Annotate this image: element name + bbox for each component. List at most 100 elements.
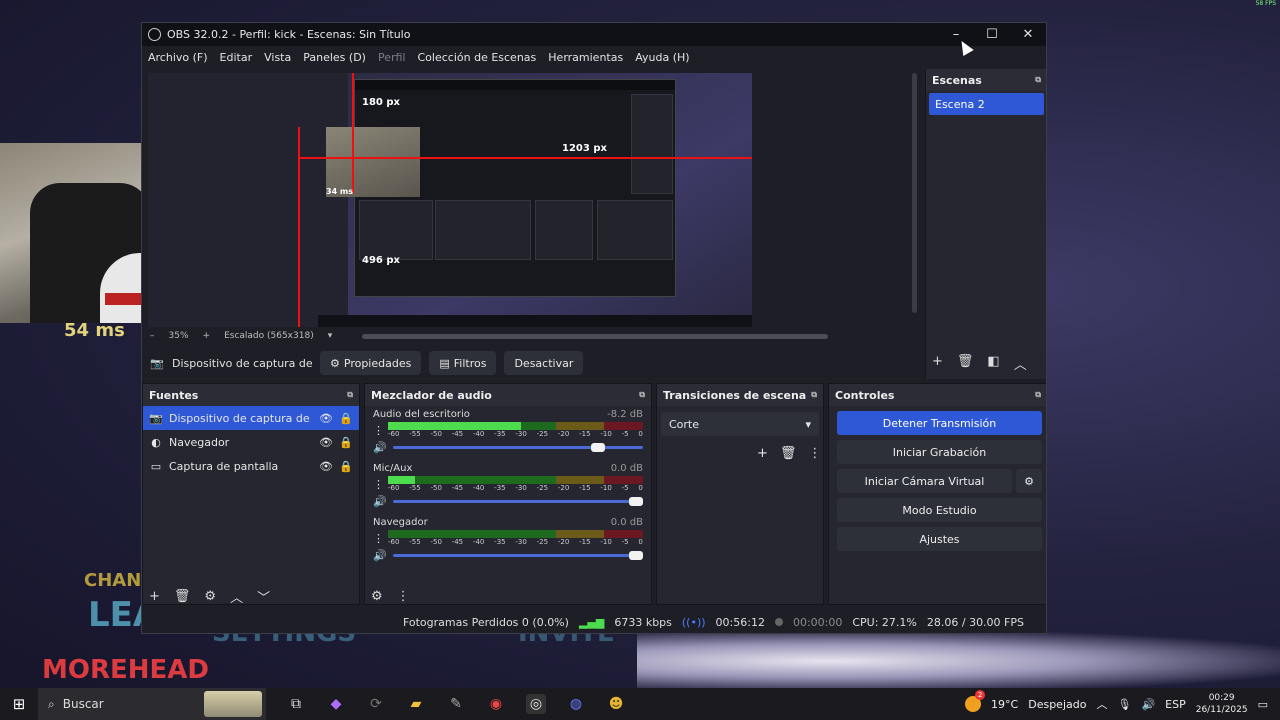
preview-vertical-scrollbar[interactable] bbox=[912, 73, 917, 313]
start-recording-button[interactable]: Iniciar Grabación bbox=[837, 440, 1042, 464]
zoom-in-button[interactable]: + bbox=[203, 331, 211, 341]
menu-scene-collection[interactable]: Colección de Escenas bbox=[418, 51, 537, 64]
float-dock-icon[interactable]: ⧉ bbox=[1035, 390, 1041, 400]
add-source-icon[interactable]: + bbox=[149, 589, 160, 604]
source-item-browser[interactable]: ◐ Navegador 👁 🔒 bbox=[143, 430, 359, 454]
notification-icon[interactable]: ▭ bbox=[1258, 698, 1268, 711]
properties-button[interactable]: ⚙ Propiedades bbox=[320, 351, 422, 375]
zoom-out-button[interactable]: – bbox=[150, 331, 155, 341]
pen-icon[interactable]: ✎ bbox=[446, 694, 466, 714]
chevron-up-icon[interactable]: ︿ bbox=[1096, 696, 1107, 712]
scene-item[interactable]: Escena 2 bbox=[929, 93, 1044, 115]
lock-icon[interactable]: 🔒 bbox=[339, 412, 353, 425]
more-icon[interactable]: ⋮ bbox=[397, 589, 410, 604]
language-indicator[interactable]: ESP bbox=[1165, 698, 1186, 711]
channel-menu-icon[interactable]: ⋮ bbox=[373, 424, 384, 437]
copilot-icon[interactable]: ◆ bbox=[326, 694, 346, 714]
virtual-camera-settings-button[interactable]: ⚙ bbox=[1016, 469, 1042, 493]
chrome-icon[interactable]: ◉ bbox=[486, 694, 506, 714]
float-dock-icon[interactable]: ⧉ bbox=[347, 390, 353, 400]
taskbar-search[interactable]: ⌕ Buscar bbox=[38, 688, 266, 720]
camera-icon: 📷 bbox=[150, 356, 164, 370]
channel-name: Mic/Aux bbox=[373, 463, 413, 474]
channel-name: Audio del escritorio bbox=[373, 409, 470, 420]
speaker-icon[interactable]: 🔊 bbox=[1141, 698, 1155, 711]
mute-speaker-icon[interactable]: 🔊 bbox=[373, 549, 387, 562]
source-item-capture-device[interactable]: 📷 Dispositivo de captura de vide 👁 🔒 bbox=[143, 406, 359, 430]
float-dock-icon[interactable]: ⧉ bbox=[639, 390, 645, 400]
add-transition-icon[interactable]: + bbox=[757, 446, 768, 461]
obs-icon bbox=[148, 28, 161, 41]
distance-label-top: 180 px bbox=[362, 97, 400, 108]
filters-button[interactable]: ▤ Filtros bbox=[429, 351, 497, 375]
microphone-icon[interactable]: 🎙 bbox=[1117, 698, 1131, 711]
volume-slider-knob[interactable] bbox=[629, 497, 643, 506]
lock-icon[interactable]: 🔒 bbox=[339, 436, 353, 449]
channel-name: Navegador bbox=[373, 517, 428, 528]
deactivate-button[interactable]: Desactivar bbox=[504, 351, 584, 375]
more-icon[interactable]: ⋮ bbox=[1041, 354, 1046, 373]
studio-mode-button[interactable]: Modo Estudio bbox=[837, 498, 1042, 522]
source-item-screen-capture[interactable]: ▭ Captura de pantalla 👁 🔒 bbox=[143, 454, 359, 478]
float-dock-icon[interactable]: ⧉ bbox=[811, 390, 817, 400]
gear-icon[interactable]: ⚙ bbox=[204, 589, 216, 604]
float-dock-icon[interactable]: ⧉ bbox=[1035, 75, 1041, 85]
meter-tick: -20 bbox=[557, 430, 570, 438]
preview-horizontal-scrollbar[interactable] bbox=[362, 334, 828, 339]
scale-dropdown[interactable]: ▾ bbox=[328, 331, 333, 341]
obs-taskbar-icon[interactable]: ◎ bbox=[526, 694, 546, 714]
volume-slider[interactable] bbox=[392, 551, 643, 560]
task-view-icon[interactable]: ⧉ bbox=[286, 694, 306, 714]
eye-icon[interactable]: 👁 bbox=[319, 460, 333, 473]
preview-canvas[interactable]: 180 px 1203 px 496 px 34 ms bbox=[148, 73, 752, 327]
volume-slider-knob[interactable] bbox=[591, 443, 606, 452]
more-icon[interactable]: ⋮ bbox=[808, 446, 821, 461]
weather-text[interactable]: Despejado bbox=[1028, 698, 1086, 711]
trash-icon[interactable]: 🗑 bbox=[174, 589, 191, 604]
menu-view[interactable]: Vista bbox=[264, 51, 291, 64]
stream-time: 00:56:12 bbox=[715, 615, 765, 629]
menu-profile: Perfil bbox=[377, 50, 406, 64]
menu-tools[interactable]: Herramientas bbox=[548, 51, 623, 64]
menu-help[interactable]: Ayuda (H) bbox=[635, 51, 689, 64]
meter-tick: -50 bbox=[430, 484, 442, 492]
clock[interactable]: 00:29 26/11/2025 bbox=[1196, 692, 1248, 716]
advanced-audio-icon[interactable]: ⚙ bbox=[371, 589, 383, 604]
trash-icon[interactable]: 🗑 bbox=[957, 354, 974, 373]
chevron-up-icon[interactable]: ︿ bbox=[1014, 354, 1027, 373]
lock-icon[interactable]: 🔒 bbox=[339, 460, 353, 473]
mute-speaker-icon[interactable]: 🔊 bbox=[373, 441, 387, 454]
chevron-up-icon[interactable]: ︿ bbox=[230, 587, 243, 606]
volume-slider[interactable] bbox=[392, 497, 643, 506]
eye-icon[interactable]: 👁 bbox=[319, 412, 333, 425]
weather-icon[interactable]: 2 bbox=[965, 690, 986, 712]
weather-temp[interactable]: 19°C bbox=[991, 698, 1018, 711]
sync-icon[interactable]: ⟳ bbox=[366, 694, 386, 714]
channel-menu-icon[interactable]: ⋮ bbox=[373, 532, 384, 545]
discord-icon[interactable]: ◍ bbox=[566, 694, 586, 714]
filter-icon[interactable]: ◧ bbox=[987, 354, 999, 373]
volume-slider-knob[interactable] bbox=[629, 551, 643, 560]
add-scene-icon[interactable]: + bbox=[932, 354, 943, 373]
channel-menu-icon[interactable]: ⋮ bbox=[373, 478, 384, 491]
menu-docks[interactable]: Paneles (D) bbox=[303, 51, 366, 64]
stop-stream-button[interactable]: Detener Transmisión bbox=[837, 411, 1042, 435]
title-bar[interactable]: OBS 32.0.2 - Perfil: kick - Escenas: Sin… bbox=[142, 23, 1046, 46]
menu-edit[interactable]: Editar bbox=[220, 51, 253, 64]
close-button[interactable]: ✕ bbox=[1010, 23, 1046, 46]
record-dot-icon bbox=[774, 618, 783, 626]
settings-button[interactable]: Ajustes bbox=[837, 527, 1042, 551]
volume-slider[interactable] bbox=[392, 443, 643, 452]
game-app-icon[interactable]: ☻ bbox=[606, 694, 626, 714]
menu-file[interactable]: Archivo (F) bbox=[148, 51, 208, 64]
file-explorer-icon[interactable]: ▰ bbox=[406, 694, 426, 714]
transition-select[interactable]: Corte ▾ bbox=[661, 412, 819, 436]
eye-icon[interactable]: 👁 bbox=[319, 436, 333, 449]
mute-speaker-icon[interactable]: 🔊 bbox=[373, 495, 387, 508]
windows-start-icon[interactable]: ⊞ bbox=[0, 695, 38, 713]
start-virtual-camera-button[interactable]: Iniciar Cámara Virtual bbox=[837, 469, 1012, 493]
chevron-down-icon[interactable]: ﹀ bbox=[257, 587, 270, 606]
maximize-button[interactable]: ☐ bbox=[974, 23, 1010, 46]
camera-icon: 📷 bbox=[149, 411, 163, 425]
trash-icon[interactable]: 🗑 bbox=[780, 446, 797, 461]
